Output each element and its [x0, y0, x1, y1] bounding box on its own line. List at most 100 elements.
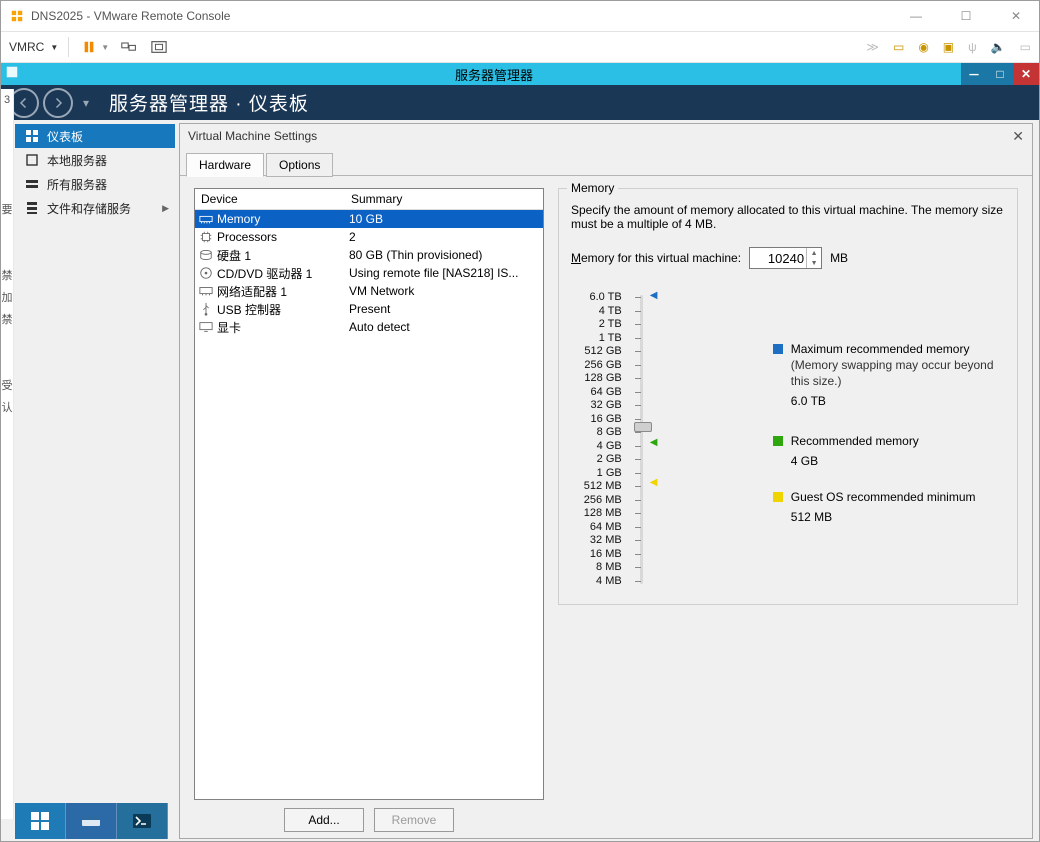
nav-dropdown[interactable]: ▾ [83, 96, 89, 110]
net-icon [199, 284, 213, 298]
send-cad-icon[interactable] [119, 37, 139, 57]
pause-icon[interactable] [79, 37, 99, 57]
cpu-icon [199, 230, 213, 244]
outer-window-maximize[interactable]: ☐ [951, 9, 981, 23]
sidebar-item-label: 本地服务器 [47, 152, 107, 169]
server-manager-maximize[interactable]: □ [987, 63, 1013, 85]
server-manager-titlebar: 服务器管理器 － □ ✕ [1, 63, 1039, 85]
remove-button: Remove [374, 808, 454, 832]
device-row-cd[interactable]: CD/DVD 驱动器 1 Using remote file [NAS218] I… [195, 264, 543, 282]
tab-options[interactable]: Options [266, 153, 333, 177]
vmrc-toolbar: VMRC ▼ ▼ ≫ ▭ ◉ ▣ ψ 🔈 ▭ [1, 31, 1039, 63]
sidebar-item-dashboard[interactable]: 仪表板 [15, 124, 175, 148]
dialog-close-button[interactable]: ✕ [1012, 128, 1024, 145]
device-row-cpu[interactable]: Processors 2 [195, 228, 543, 246]
memory-value-input[interactable] [750, 250, 806, 267]
chevron-right-icon: ▶ [162, 203, 169, 214]
device-row-memory[interactable]: Memory 10 GB [195, 210, 543, 228]
sidebar-item-label: 文件和存储服务 [47, 200, 131, 217]
server-manager-header: ▾ 服务器管理器 · 仪表板 [1, 85, 1039, 120]
memory-description: Specify the amount of memory allocated t… [571, 203, 1005, 231]
device-summary: 80 GB (Thin provisioned) [349, 248, 543, 262]
device-row-display[interactable]: 显卡 Auto detect [195, 318, 543, 336]
vmware-titlebar: DNS2025 - VMware Remote Console — ☐ ✕ [1, 1, 1039, 31]
device-label: CD/DVD 驱动器 1 [217, 265, 312, 282]
tb-rr-icon[interactable]: ≫ [866, 40, 879, 54]
server-manager-minimize[interactable]: － [961, 63, 987, 85]
sidebar-item-label: 所有服务器 [47, 176, 107, 193]
cd-icon [199, 266, 213, 280]
tb-usb-icon[interactable]: ψ [968, 40, 977, 54]
server-manager-close[interactable]: ✕ [1013, 63, 1039, 85]
memory-input-label: Memory for this virtual machine: [571, 251, 741, 265]
device-row-net[interactable]: 网络适配器 1 VM Network [195, 282, 543, 300]
spin-up[interactable]: ▲ [807, 248, 821, 258]
device-summary: Using remote file [NAS218] IS... [349, 266, 543, 280]
device-row-disk[interactable]: 硬盘 1 80 GB (Thin provisioned) [195, 246, 543, 264]
sidebar-item-label: 仪表板 [47, 128, 83, 145]
device-summary: Present [349, 302, 543, 316]
sidebar-item-all-servers[interactable]: 所有服务器 [15, 172, 175, 196]
spin-down[interactable]: ▼ [807, 258, 821, 268]
memory-slider[interactable]: ◀ ◀ ◀ [626, 291, 653, 588]
add-button[interactable]: Add... [284, 808, 364, 832]
server-manager-icon [5, 65, 23, 83]
memory-slider-thumb[interactable] [634, 422, 652, 432]
local-server-icon [25, 153, 39, 167]
memory-icon [199, 212, 213, 226]
legend-min: Guest OS recommended minimum 512 MB [791, 489, 976, 525]
device-summary: VM Network [349, 284, 543, 298]
dashboard-icon [25, 129, 39, 143]
memory-legend: Memory [567, 181, 618, 195]
taskbar-powershell[interactable] [117, 803, 168, 839]
start-button[interactable] [15, 803, 66, 839]
tb-sound-icon[interactable]: 🔈 [991, 40, 1006, 54]
usb-icon [199, 302, 213, 316]
tb-cd-icon[interactable]: ◉ [918, 40, 928, 54]
fullscreen-icon[interactable] [149, 37, 169, 57]
tab-hardware[interactable]: Hardware [186, 153, 264, 177]
memory-unit-label: MB [830, 251, 848, 265]
device-label: 网络适配器 1 [217, 283, 287, 300]
sidebar: 仪表板 本地服务器 所有服务器 文件和存储服务 ▶ [15, 124, 175, 220]
legend-rec-color [773, 436, 783, 446]
legend-rec: Recommended memory 4 GB [791, 433, 919, 469]
breadcrumb: 服务器管理器 · 仪表板 [109, 89, 309, 116]
device-summary: 10 GB [349, 212, 543, 226]
all-servers-icon [25, 177, 39, 191]
dialog-titlebar: Virtual Machine Settings ✕ [180, 124, 1032, 148]
device-summary: Auto detect [349, 320, 543, 334]
device-label: 显卡 [217, 319, 241, 336]
guest-taskbar [15, 803, 168, 839]
marker-max-icon: ◀ [650, 290, 658, 301]
device-label: 硬盘 1 [217, 247, 251, 264]
memory-spinbox[interactable]: ▲ ▼ [749, 247, 822, 269]
tb-disk-icon[interactable]: ▭ [893, 40, 904, 54]
nav-forward-button[interactable] [43, 88, 73, 118]
outer-window-minimize[interactable]: — [901, 9, 931, 23]
legend-min-color [773, 492, 783, 502]
tb-net-icon[interactable]: ▣ [943, 40, 954, 54]
device-label: Memory [217, 212, 260, 226]
device-list[interactable]: Device Summary Memory10 GBProcessors2硬盘 … [194, 188, 544, 800]
device-label: Processors [217, 230, 277, 244]
vm-settings-dialog: Virtual Machine Settings ✕ Hardware Opti… [179, 123, 1033, 839]
tb-dev-icon[interactable]: ▭ [1020, 40, 1031, 54]
dialog-title: Virtual Machine Settings [188, 129, 317, 143]
device-row-usb[interactable]: USB 控制器Present [195, 300, 543, 318]
taskbar-server-manager[interactable] [66, 803, 117, 839]
legend-max-color [773, 344, 783, 354]
legend-max: Maximum recommended memory (Memory swapp… [791, 341, 1005, 409]
left-rail-fragment: 3 要 禁 加 禁 受 认 [1, 89, 14, 819]
vmrc-menu[interactable]: VMRC ▼ [9, 40, 58, 54]
vmware-app-icon [9, 8, 25, 24]
pause-dropdown[interactable]: ▼ [101, 43, 109, 52]
memory-tick-labels: 6.0 TB4 TB2 TB1 TB512 GB256 GB128 GB64 G… [571, 291, 622, 588]
disk-icon [199, 248, 213, 262]
device-summary: 2 [349, 230, 543, 244]
sidebar-item-file-storage[interactable]: 文件和存储服务 ▶ [15, 196, 175, 220]
sidebar-item-local-server[interactable]: 本地服务器 [15, 148, 175, 172]
display-icon [199, 320, 213, 334]
file-storage-icon [25, 201, 39, 215]
outer-window-close[interactable]: ✕ [1001, 9, 1031, 23]
